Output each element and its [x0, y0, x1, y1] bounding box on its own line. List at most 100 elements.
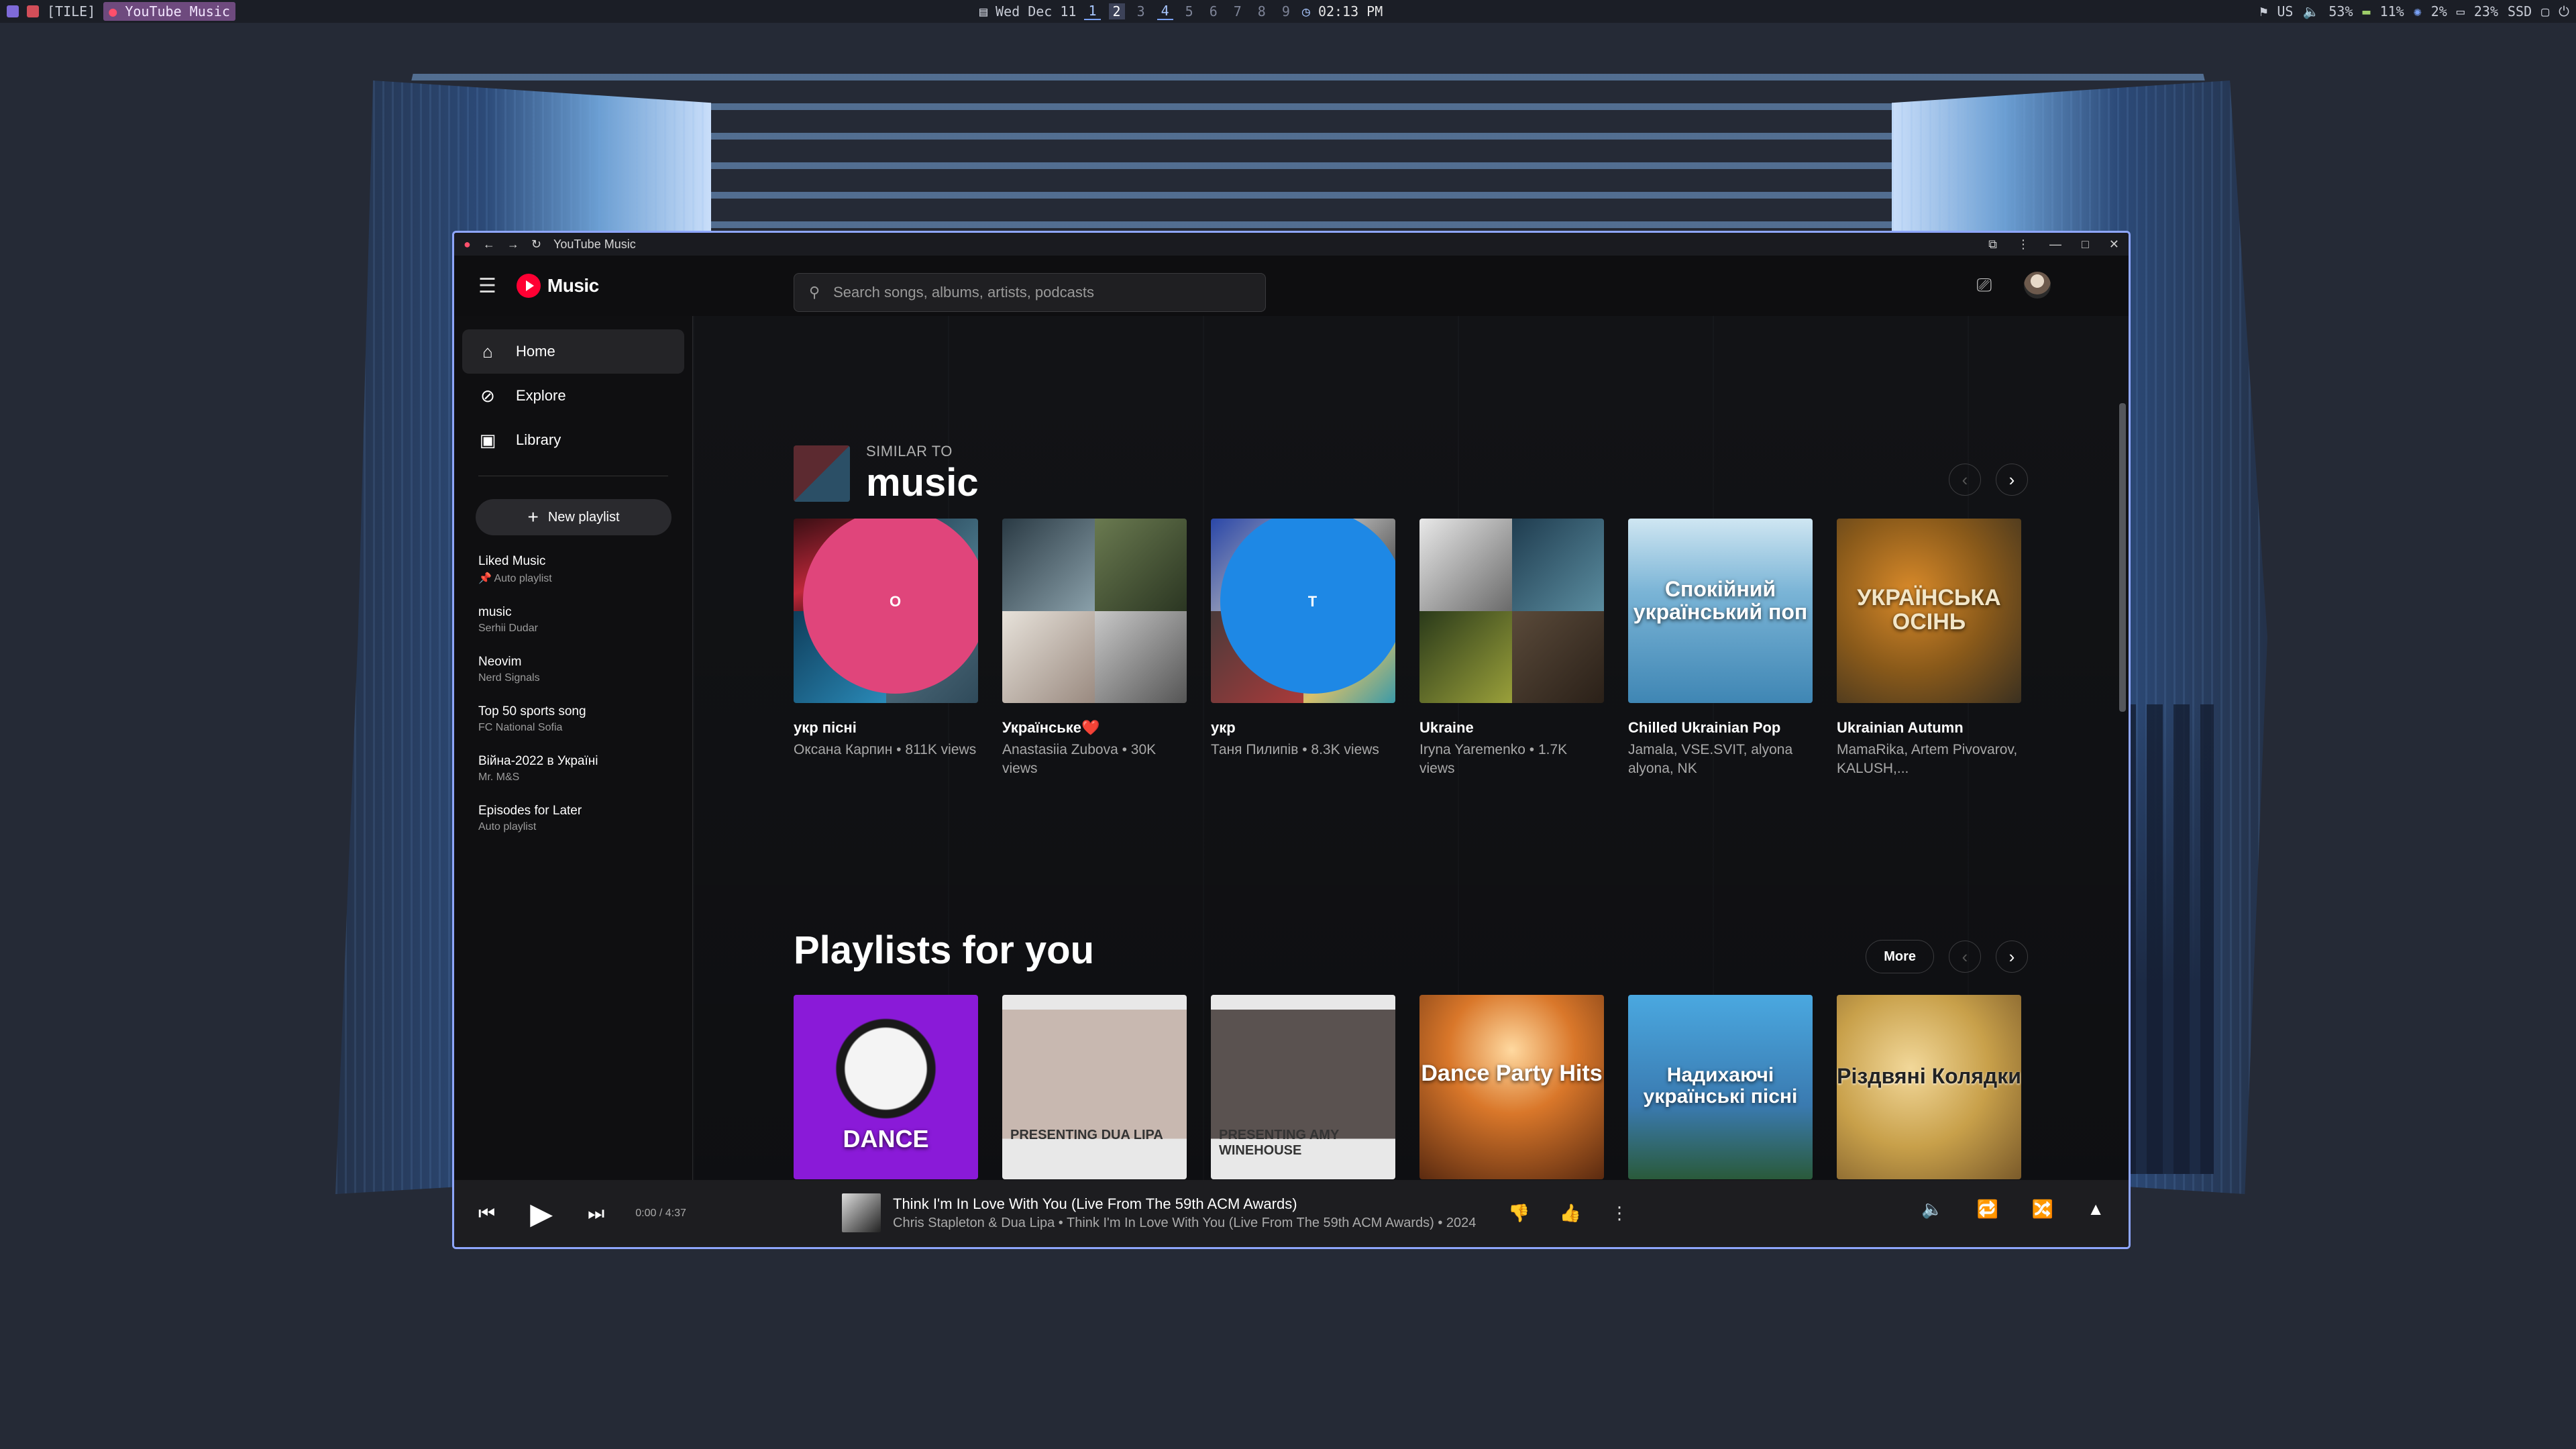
- playlist-card[interactable]: Dance Party Hits: [1419, 995, 1604, 1179]
- section-thumbnail[interactable]: [794, 445, 850, 502]
- layout-label[interactable]: [TILE]: [47, 3, 95, 19]
- playlist-card[interactable]: O укр пісні Оксана Карпин • 811K views: [794, 519, 978, 778]
- next-track-icon[interactable]: ⏭: [588, 1203, 604, 1225]
- reload-icon[interactable]: ↻: [531, 237, 541, 252]
- keyboard-locale[interactable]: US: [2277, 3, 2293, 19]
- playlist-card[interactable]: PRESENTING AMY WINEHOUSE: [1211, 995, 1395, 1179]
- search-box[interactable]: ⚲: [794, 273, 1266, 312]
- logo[interactable]: Music: [516, 274, 599, 298]
- more-options-icon[interactable]: ⋮: [1611, 1203, 1628, 1224]
- section-title[interactable]: music: [866, 460, 979, 505]
- workspace-9[interactable]: 9: [1278, 3, 1294, 19]
- more-button[interactable]: More: [1866, 940, 1934, 973]
- hamburger-menu-icon[interactable]: ☰: [478, 274, 496, 298]
- workspace-2[interactable]: 2: [1108, 3, 1125, 19]
- card-artwork[interactable]: PRESENTING DUA LIPA: [1002, 995, 1187, 1179]
- card-title[interactable]: Ukraine: [1419, 719, 1604, 737]
- minimize-button[interactable]: —: [2049, 237, 2061, 252]
- carousel-prev-button[interactable]: ‹: [1949, 464, 1981, 496]
- workspace-5[interactable]: 5: [1181, 3, 1197, 19]
- playlist-card[interactable]: PRESENTING DUA LIPA: [1002, 995, 1187, 1179]
- playlist-card[interactable]: Спокійний український поп Chilled Ukrain…: [1628, 519, 1813, 778]
- extensions-icon[interactable]: ⧉: [1988, 237, 1997, 252]
- play-icon[interactable]: ▶: [530, 1197, 553, 1231]
- sidebar-item-label: Explore: [516, 387, 566, 404]
- window-menu-icon[interactable]: ⋮: [2017, 237, 2029, 252]
- card-artwork[interactable]: [1002, 519, 1187, 703]
- carousel-prev-button[interactable]: ‹: [1949, 941, 1981, 973]
- compass-icon: ⊘: [480, 385, 495, 406]
- now-playing-title[interactable]: Think I'm In Love With You (Live From Th…: [893, 1195, 1476, 1213]
- expand-player-icon[interactable]: ▲: [2087, 1199, 2104, 1220]
- card-title[interactable]: укр: [1211, 719, 1395, 737]
- app-header: ☰ Music ⚲ ⎚: [454, 256, 2129, 316]
- power-icon[interactable]: ⏻: [2559, 3, 2569, 19]
- card-artwork[interactable]: Спокійний український поп: [1628, 519, 1813, 703]
- workspace-4[interactable]: 4: [1157, 3, 1173, 20]
- card-artwork[interactable]: Надихаючі українські пісні: [1628, 995, 1813, 1179]
- workspace-1[interactable]: 1: [1084, 3, 1101, 20]
- back-icon[interactable]: ←: [483, 237, 495, 252]
- card-artwork[interactable]: DANCE: [794, 995, 978, 1179]
- repeat-icon[interactable]: 🔁: [1977, 1199, 1998, 1220]
- sidebar-item-library[interactable]: ▣ Library: [462, 418, 684, 462]
- playlist-title: Top 50 sports song: [478, 704, 586, 718]
- previous-track-icon[interactable]: ⏮: [478, 1203, 495, 1225]
- card-title[interactable]: Українське❤️: [1002, 719, 1187, 737]
- tray-icon[interactable]: ▢: [2541, 3, 2549, 19]
- pin-icon: 📌: [478, 573, 492, 584]
- card-subtitle: Оксана Карпин • 811K views: [794, 742, 977, 757]
- playlist-item[interactable]: Top 50 sports song FC National Sofia: [478, 704, 684, 734]
- scrollbar[interactable]: [2119, 403, 2126, 712]
- volume-icon[interactable]: 🔈: [1921, 1199, 1943, 1220]
- card-title[interactable]: Chilled Ukrainian Pop: [1628, 719, 1813, 737]
- workspace-7[interactable]: 7: [1230, 3, 1246, 19]
- carousel-next-button[interactable]: ›: [1996, 941, 2028, 973]
- workspace-6[interactable]: 6: [1205, 3, 1222, 19]
- playlist-item[interactable]: Episodes for Later Auto playlist: [478, 804, 684, 833]
- card-artwork[interactable]: Різдвяні Колядки: [1837, 995, 2021, 1179]
- forward-icon[interactable]: →: [507, 237, 519, 252]
- playlist-item[interactable]: music Serhii Dudar: [478, 605, 684, 635]
- new-playlist-button[interactable]: + New playlist: [476, 499, 672, 535]
- carousel-next-button[interactable]: ›: [1996, 464, 2028, 496]
- playlist-item[interactable]: Liked Music 📌 Auto playlist: [478, 554, 684, 585]
- shuffle-icon[interactable]: 🔀: [2032, 1199, 2053, 1220]
- playlist-card[interactable]: УКРАЇНСЬКА ОСІНЬ Ukrainian Autumn MamaRi…: [1837, 519, 2021, 778]
- search-input[interactable]: [833, 284, 1236, 301]
- playlist-item[interactable]: Війна-2022 в Україні Mr. M&S: [478, 754, 684, 784]
- card-artwork[interactable]: PRESENTING AMY WINEHOUSE: [1211, 995, 1395, 1179]
- now-playing-subtitle[interactable]: Chris Stapleton & Dua Lipa • Think I'm I…: [893, 1216, 1476, 1231]
- playlist-card[interactable]: DANCE: [794, 995, 978, 1179]
- card-artwork[interactable]: Dance Party Hits: [1419, 995, 1604, 1179]
- now-playing-artwork[interactable]: [842, 1193, 881, 1232]
- playlist-item[interactable]: Neovim Nerd Signals: [478, 655, 684, 684]
- card-artwork[interactable]: O: [794, 519, 978, 703]
- close-button[interactable]: ✕: [2109, 237, 2119, 252]
- workspace-8[interactable]: 8: [1254, 3, 1270, 19]
- main-content: SIMILAR TO music ‹ › O укр пісні Оксана …: [693, 316, 2129, 1180]
- card-title[interactable]: укр пісні: [794, 719, 978, 737]
- maximize-button[interactable]: □: [2082, 237, 2089, 252]
- card-artwork[interactable]: T: [1211, 519, 1395, 703]
- avatar[interactable]: [2024, 272, 2051, 299]
- sidebar-item-explore[interactable]: ⊘ Explore: [462, 374, 684, 418]
- playlist-card[interactable]: T укр Таня Пилипів • 8.3K views: [1211, 519, 1395, 778]
- card-title[interactable]: Ukrainian Autumn: [1837, 719, 2021, 737]
- artwork-text: Надихаючі українські пісні: [1643, 1064, 1798, 1108]
- playlist-card[interactable]: Різдвяні Колядки: [1837, 995, 2021, 1179]
- thumbs-up-icon[interactable]: 👍: [1560, 1203, 1581, 1224]
- plus-icon: +: [527, 506, 539, 527]
- playlist-card[interactable]: Ukraine Iryna Yaremenko • 1.7K views: [1419, 519, 1604, 778]
- workspace-3[interactable]: 3: [1133, 3, 1149, 19]
- playlist-card[interactable]: Надихаючі українські пісні: [1628, 995, 1813, 1179]
- thumbs-down-icon[interactable]: 👎: [1508, 1203, 1529, 1224]
- card-artwork[interactable]: [1419, 519, 1604, 703]
- playlist-card[interactable]: Українське❤️ Anastasiia Zubova • 30K vie…: [1002, 519, 1187, 778]
- volume-level[interactable]: 53%: [2328, 3, 2353, 19]
- launcher-icon[interactable]: [7, 5, 19, 17]
- sidebar-item-home[interactable]: ⌂ Home: [462, 329, 684, 374]
- active-app-pill[interactable]: ● YouTube Music: [103, 2, 235, 21]
- card-artwork[interactable]: УКРАЇНСЬКА ОСІНЬ: [1837, 519, 2021, 703]
- cast-icon[interactable]: ⎚: [1977, 274, 1992, 297]
